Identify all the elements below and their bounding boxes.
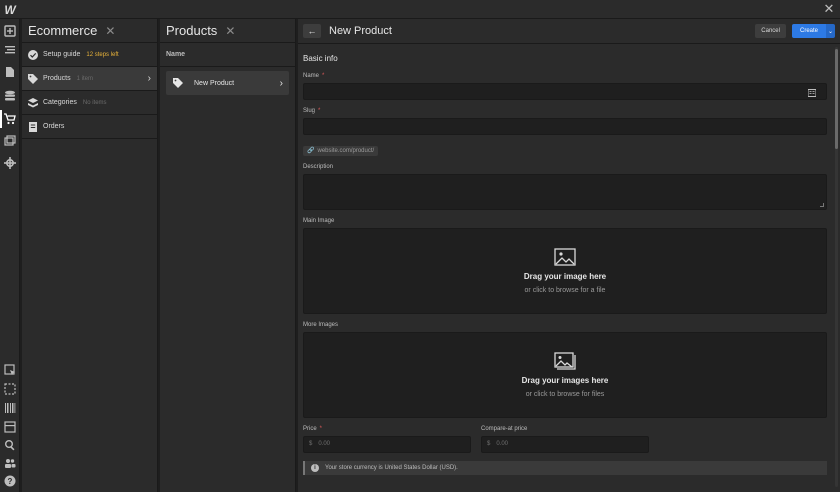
new-product-form-panel: ← New Product Cancel Create ⌄ Basic info… [298,19,840,492]
price-row: Price * $0.00 Compare-at price $0.00 [303,426,827,461]
compare-at-price-input[interactable]: $0.00 [481,435,649,453]
nav-item-label: Orders [43,123,65,130]
info-icon: i [311,463,319,472]
form-body: Basic info Name * Slug * 🔗 website.com/prod… [303,50,827,475]
link-icon: 🔗 [307,148,315,154]
image-icon [554,247,576,266]
top-bar: W ✕ [0,0,840,19]
ecommerce-cart-icon[interactable] [0,110,17,128]
product-name: New Product [194,79,235,87]
webflow-logo[interactable]: W [0,0,20,19]
more-images-field-label: More Images [303,321,339,328]
main-image-dropzone[interactable]: Drag your image here or click to browse … [303,227,827,314]
pages-icon[interactable] [3,65,17,79]
price-field: Price * $0.00 [303,426,471,461]
name-input[interactable] [303,83,827,100]
back-button[interactable]: ← [303,24,321,38]
section-title: Basic info [303,54,338,63]
svg-text:?: ? [8,477,13,486]
create-button[interactable]: Create [791,24,826,38]
currency-info-banner: i Your store currency is United States D… [303,460,827,475]
nav-item-categories[interactable]: Categories No items [22,91,157,115]
currency-note: Your store currency is United States Dol… [325,464,458,471]
create-button-group: Create ⌄ [791,24,835,38]
dropzone-subtitle: or click to browse for a file [524,286,606,294]
scrollbar-thumb[interactable] [835,49,838,149]
navigator-icon[interactable] [3,43,17,57]
nav-item-label: Products [43,75,71,82]
help-icon[interactable]: ? [3,474,17,488]
chevron-right-icon: › [279,77,283,89]
nav-item-orders[interactable]: Orders [22,115,157,139]
close-products-panel-button[interactable]: ✕ [225,24,235,38]
categories-count: No items [82,99,107,106]
left-toolbar: ? [0,19,20,492]
layout-icon[interactable] [3,420,17,434]
receipt-icon [28,121,38,132]
ecommerce-panel-header: Ecommerce ✕ [22,19,157,43]
ecommerce-panel-title: Ecommerce [28,23,98,38]
users-icon[interactable] [3,456,17,470]
list-item[interactable]: New Product › [166,71,289,95]
price-field-label: Price * [303,425,323,432]
audit-barcode-icon[interactable] [3,401,17,415]
products-count: 1 item [76,75,93,82]
form-header: ← New Product Cancel Create ⌄ [298,19,840,44]
compare-at-price-label: Compare-at price [481,425,528,432]
column-header-name[interactable]: Name [160,43,295,67]
description-field-label: Description [303,163,334,170]
compare-at-price-field: Compare-at price $0.00 [481,426,649,461]
tag-icon [172,77,184,89]
price-input[interactable]: $0.00 [303,435,471,453]
ecommerce-panel: Ecommerce ✕ Setup guide 12 steps left Pr… [22,19,158,492]
check-circle-icon [28,49,38,60]
dropzone-title: Drag your images here [521,375,609,385]
images-icon [554,351,576,370]
close-designer-button[interactable]: ✕ [822,2,836,16]
dropzone-subtitle: or click to browse for files [525,390,605,398]
slug-field-label: Slug * [303,108,321,114]
nav-item-label: Setup guide [43,51,81,58]
nav-item-products[interactable]: Products 1 item › [22,67,157,91]
page-title: New Product [329,25,392,37]
layers-icon [28,97,38,108]
slug-url-hint: 🔗 website.com/product/ [303,145,379,156]
setup-steps-remaining: 12 steps left [86,51,119,58]
more-images-dropzone[interactable]: Drag your images here or click to browse… [303,331,827,418]
cancel-button[interactable]: Cancel [755,24,786,38]
chevron-down-icon[interactable]: ⌄ [826,24,835,38]
nav-item-label: Categories [43,99,77,106]
dropzone-title: Drag your image here [523,271,607,281]
chevron-right-icon: › [147,73,151,84]
nav-item-setup-guide[interactable]: Setup guide 12 steps left [22,43,157,67]
products-panel: Products ✕ Name New Product › [160,19,296,492]
main-image-field-label: Main Image [303,217,335,224]
cms-icon[interactable] [3,89,17,103]
settings-gear-icon[interactable] [3,156,17,170]
field-options-icon[interactable] [807,88,817,97]
products-panel-title: Products [166,23,218,38]
products-panel-header: Products ✕ [160,19,295,43]
slug-input[interactable] [303,118,827,135]
close-ecommerce-panel-button[interactable]: ✕ [105,24,115,38]
search-icon[interactable] [3,438,17,452]
selection-box-icon[interactable] [3,382,17,396]
assets-icon[interactable] [3,134,17,148]
add-panel-icon[interactable] [3,24,17,38]
select-element-icon[interactable] [3,363,17,377]
tag-icon [28,73,38,84]
description-textarea[interactable] [303,173,827,210]
name-field-label: Name * [303,73,325,79]
